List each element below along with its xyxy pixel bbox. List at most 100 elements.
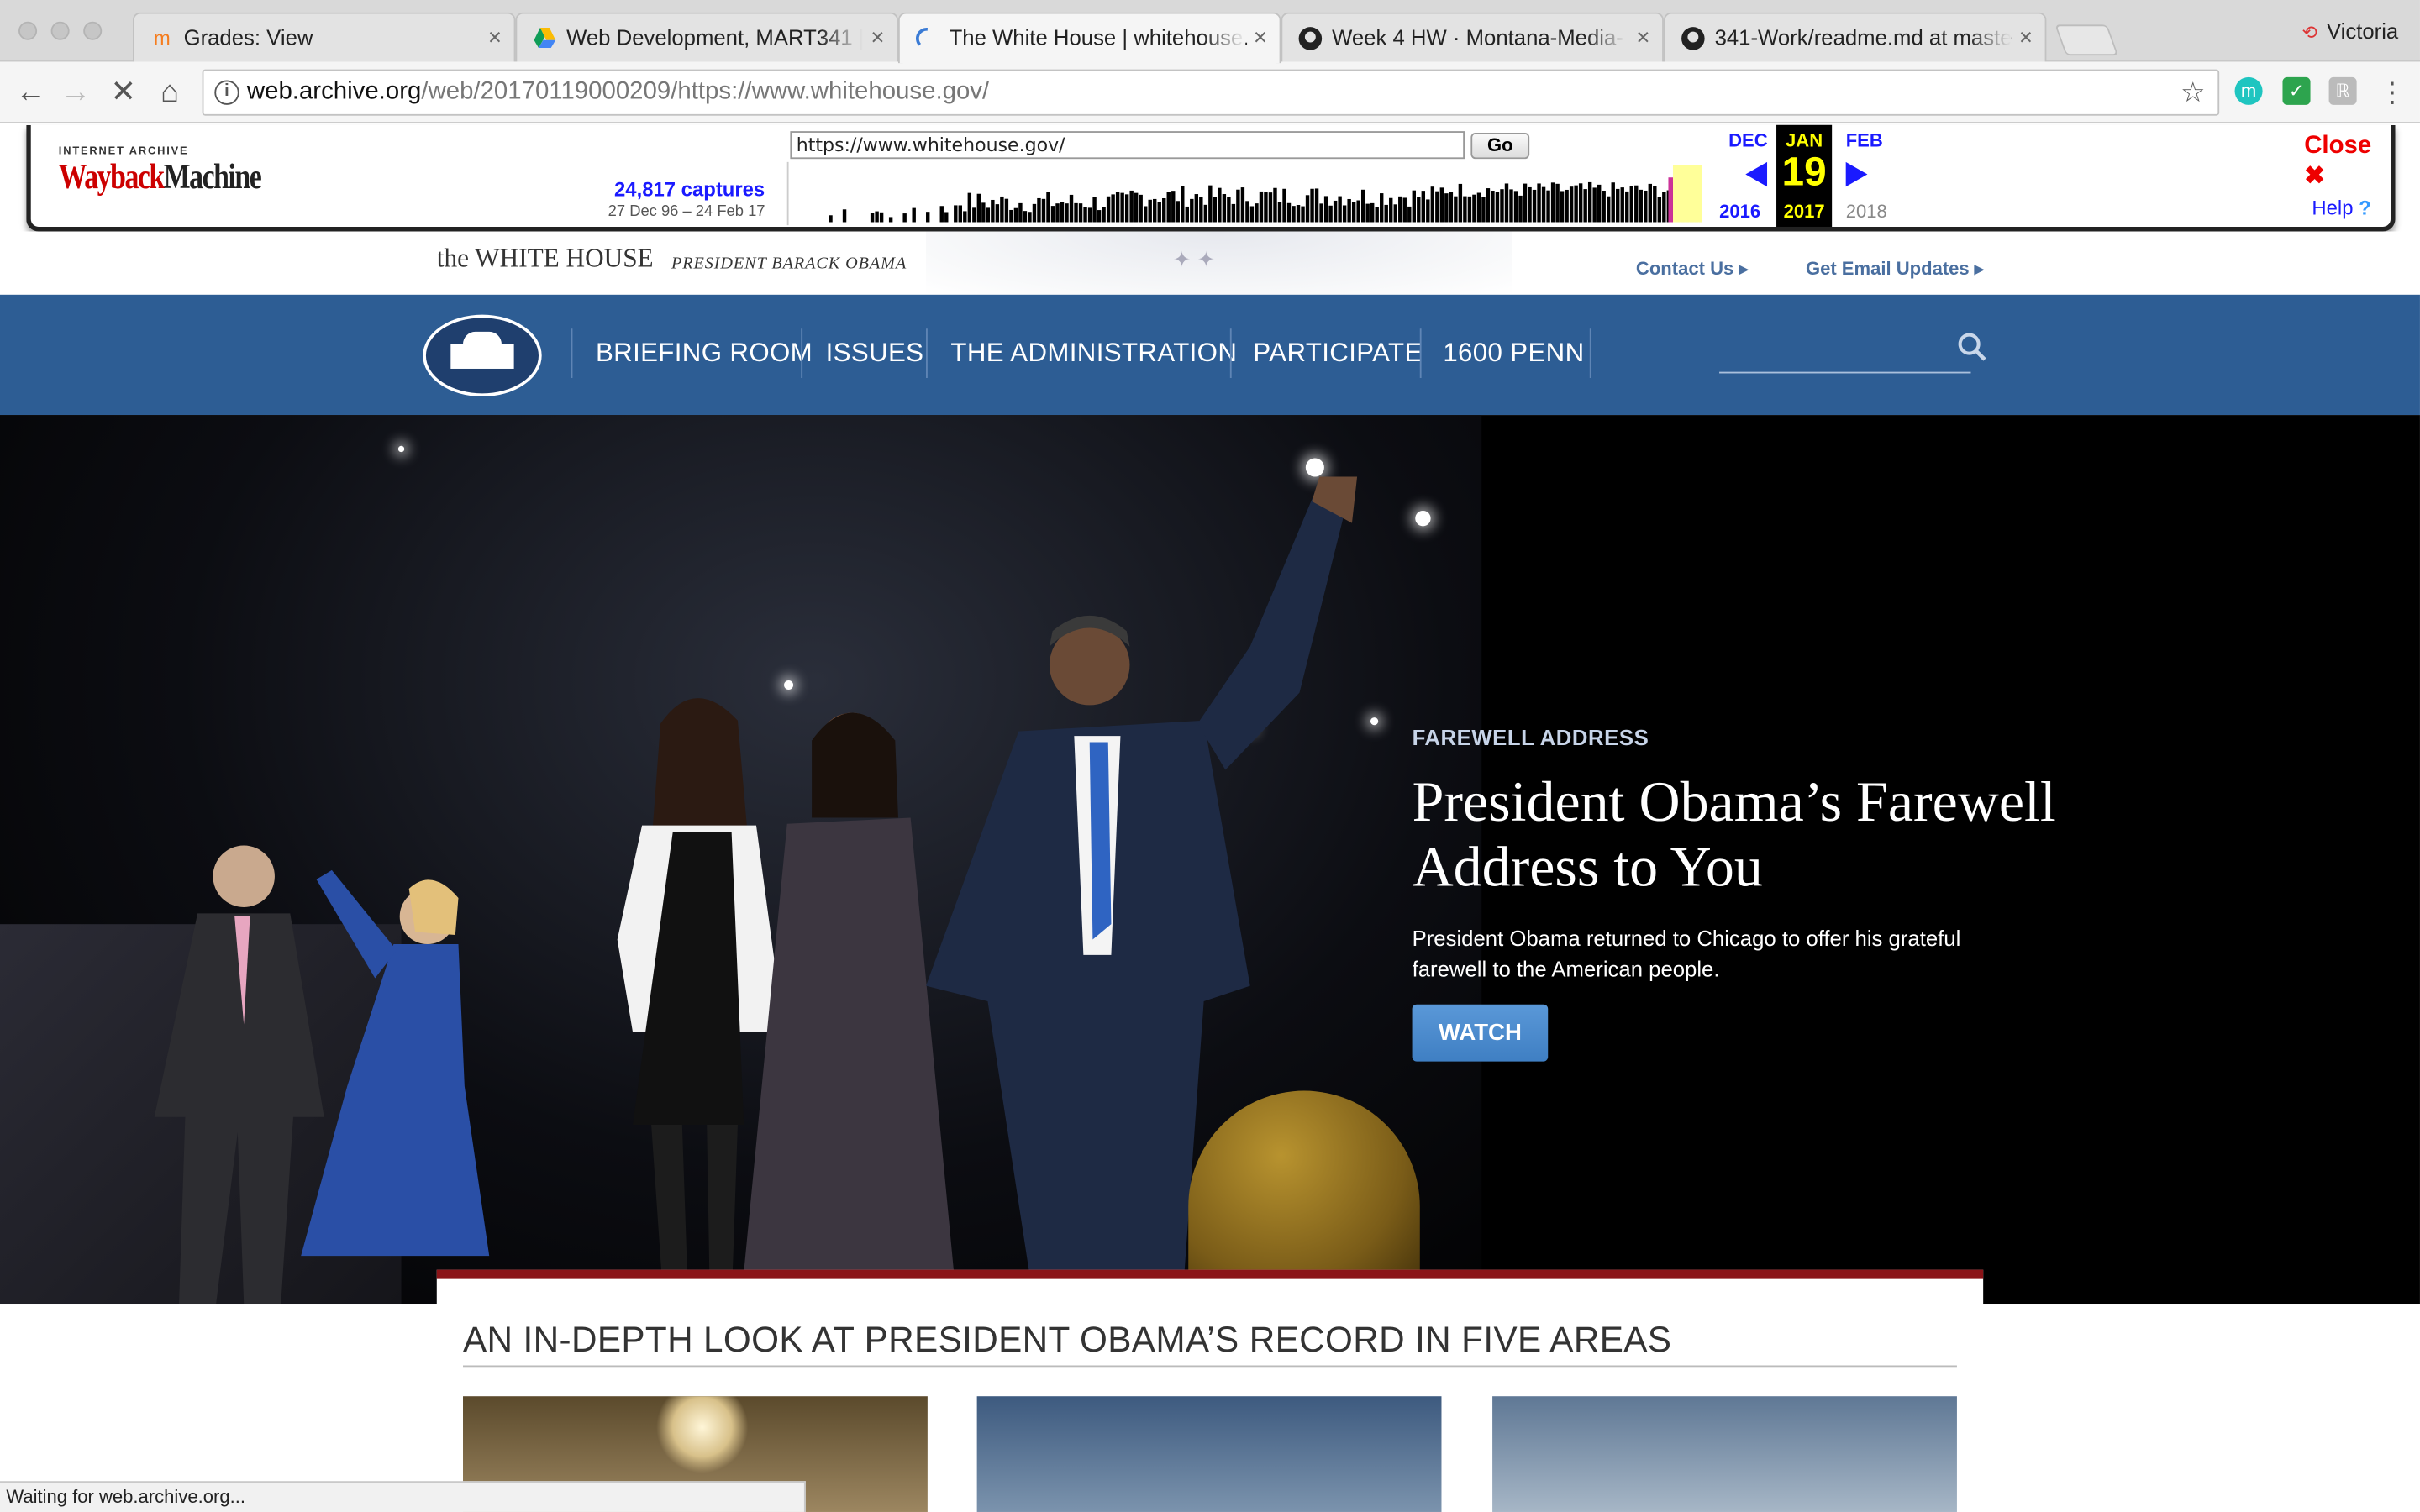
forward-arrow-icon[interactable]: →: [57, 74, 94, 111]
sparkline-current-year-highlight: [1672, 165, 1702, 223]
stop-loading-icon[interactable]: ✕: [105, 74, 142, 111]
close-window-button[interactable]: [18, 21, 38, 40]
sparkline-bar: [976, 193, 981, 223]
sparkline-bar: [1273, 187, 1277, 223]
sparkline-bar: [902, 213, 907, 223]
wayback-help-link[interactable]: Help ?: [2312, 196, 2370, 219]
sparkline-bar: [1491, 191, 1495, 223]
wayback-machine-logo[interactable]: WaybackMachine: [59, 157, 262, 197]
prev-year-link[interactable]: 2016: [1719, 201, 1760, 223]
prev-month-link[interactable]: DEC: [1728, 129, 1768, 151]
sparkline-bar: [1546, 190, 1550, 223]
sparkline-bar: [1454, 196, 1458, 223]
sparkline-bar: [1240, 187, 1245, 223]
sparkline-bar: [1236, 189, 1240, 223]
sparkline-bar: [1310, 188, 1314, 223]
bookmark-star-icon[interactable]: ☆: [2181, 71, 2206, 113]
sparkline-bar: [1171, 191, 1176, 223]
nav-1600-penn[interactable]: 1600 PENN: [1443, 328, 1584, 378]
white-house-logo-icon[interactable]: [423, 314, 542, 397]
sparkline-bar: [1444, 193, 1449, 223]
sparkline-bar: [829, 215, 833, 223]
tab-label: Grades: View: [183, 24, 313, 50]
nav-divider: [1419, 328, 1422, 378]
browser-tab-web-development[interactable]: Web Development, MART341 | ×: [515, 12, 898, 62]
browser-tab-week4-hw[interactable]: Week 4 HW · Montana-Media- ×: [1281, 12, 1664, 62]
nav-the-administration[interactable]: THE ADMINISTRATION: [950, 328, 1237, 378]
address-bar[interactable]: i web.archive.org/web/20170119000209/htt…: [202, 69, 2220, 116]
sparkline-bar: [1181, 186, 1185, 223]
sparkline-bar: [1319, 203, 1323, 223]
email-updates-link[interactable]: Get Email Updates ▸: [1806, 258, 1984, 280]
site-search-input[interactable]: [1719, 371, 1971, 374]
nav-participate[interactable]: PARTICIPATE: [1253, 328, 1422, 378]
checkmark-extension-icon[interactable]: ✓: [2282, 76, 2311, 105]
browser-tab-readme[interactable]: 341-Work/readme.md at maste ×: [1663, 12, 2047, 62]
record-card-2[interactable]: [976, 1396, 1442, 1512]
info-icon[interactable]: i: [214, 80, 239, 105]
sparkline-bar: [1380, 193, 1384, 223]
sparkline-bar: [1560, 191, 1565, 223]
sparkline-bar: [1384, 204, 1388, 223]
close-tab-icon[interactable]: ×: [488, 14, 502, 62]
browser-tab-white-house[interactable]: The White House | whitehouse. ×: [897, 12, 1281, 64]
record-card-3[interactable]: [1492, 1396, 1957, 1512]
watch-button[interactable]: WATCH: [1412, 1004, 1549, 1062]
sparkline-bar: [991, 199, 995, 223]
back-arrow-icon[interactable]: ←: [13, 74, 50, 111]
next-month-link[interactable]: FEB: [1846, 129, 1883, 151]
sparkline-bar: [1097, 210, 1102, 223]
chrome-menu-icon[interactable]: ⋮: [2378, 74, 2406, 111]
sparkline-bar: [1351, 202, 1356, 223]
stage-light: [1305, 458, 1324, 477]
sparkline-bar: [1277, 202, 1282, 223]
sparkline-bar: [1148, 199, 1152, 223]
capture-sparkline[interactable]: [786, 161, 1702, 226]
captures-link[interactable]: 24,817 captures: [614, 177, 765, 201]
zoom-window-button[interactable]: [83, 21, 103, 40]
sparkline-bar: [1153, 198, 1157, 223]
sparkline-bar: [1662, 192, 1666, 223]
sparkline-bar: [1569, 186, 1574, 223]
new-tab-button[interactable]: [2054, 24, 2119, 56]
sparkline-bar: [879, 212, 884, 223]
sparkline-bar: [1578, 183, 1583, 223]
next-year-link[interactable]: 2018: [1846, 201, 1887, 223]
sparkline-bar: [939, 206, 944, 223]
wayback-url-input[interactable]: https://www.whitehouse.gov/: [790, 131, 1465, 160]
reader-extension-icon[interactable]: ℝ: [2328, 76, 2357, 105]
close-tab-icon[interactable]: ×: [1254, 14, 1267, 62]
sparkline-bar: [1500, 189, 1504, 223]
sparkline-bar: [1472, 194, 1476, 223]
sparkline-bar: [1328, 205, 1333, 223]
sparkline-bar: [1292, 206, 1296, 223]
hero-title[interactable]: President Obama’s Farewell Address to Yo…: [1413, 771, 2060, 900]
site-wordmark[interactable]: the WHITE HOUSE: [437, 244, 654, 275]
minimize-window-button[interactable]: [50, 21, 70, 40]
close-tab-icon[interactable]: ×: [2019, 14, 2033, 62]
sparkline-bar: [958, 205, 962, 223]
sparkline-bar: [1087, 207, 1092, 223]
sparkline-bar: [1389, 197, 1393, 223]
search-icon[interactable]: [1957, 332, 1988, 363]
profile-sync-icon: ⟲: [2302, 21, 2317, 44]
close-label: Close: [2304, 132, 2372, 160]
wayback-go-button[interactable]: Go: [1470, 132, 1530, 160]
nav-briefing-room[interactable]: BRIEFING ROOM: [596, 328, 813, 378]
mercury-extension-icon[interactable]: m: [2234, 76, 2263, 105]
home-icon[interactable]: ⌂: [151, 74, 188, 111]
sparkline-bar: [1046, 192, 1050, 223]
sparkline-bar: [1227, 197, 1231, 223]
sparkline-bar: [1625, 191, 1629, 223]
next-capture-arrow-icon[interactable]: [1845, 161, 1868, 187]
sparkline-bar: [1323, 196, 1328, 223]
close-tab-icon[interactable]: ×: [871, 14, 884, 62]
nav-issues[interactable]: ISSUES: [826, 328, 924, 378]
close-tab-icon[interactable]: ×: [1636, 14, 1649, 62]
profile-button[interactable]: ⟲ Victoria: [2302, 18, 2398, 43]
wayback-close-button[interactable]: Close ✖: [2304, 133, 2391, 192]
sparkline-bar: [1393, 204, 1397, 223]
browser-tab-grades[interactable]: m Grades: View ×: [132, 12, 516, 62]
contact-us-link[interactable]: Contact Us ▸: [1636, 258, 1749, 280]
prev-capture-arrow-icon[interactable]: [1745, 161, 1768, 187]
